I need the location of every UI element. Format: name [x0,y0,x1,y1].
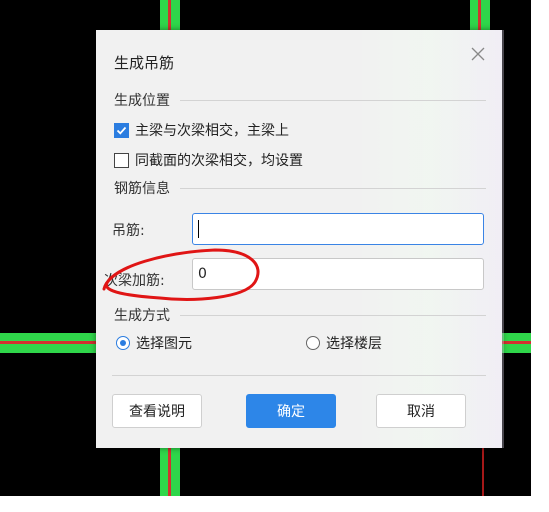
generate-hanger-dialog: 生成吊筋 生成位置 主梁与次梁相交，主梁上 同截面的次梁相交，均设置 钢筋信息 … [96,30,504,448]
secondary-input[interactable]: 0 [192,258,484,290]
checkbox-unchecked-icon[interactable] [114,152,129,168]
radio-unchecked-icon[interactable] [306,336,320,350]
radio-select-floor[interactable]: 选择楼层 [306,333,382,353]
beam-horizontal-left [0,333,100,353]
hanger-input[interactable] [192,213,484,245]
section-rebar: 钢筋信息 [114,181,170,197]
section-method: 生成方式 [114,308,170,324]
close-icon[interactable] [468,46,488,66]
radio-select-element[interactable]: 选择图元 [116,333,192,353]
option-same-section[interactable]: 同截面的次梁相交，均设置 [114,150,303,170]
checkbox-checked-icon[interactable] [114,122,129,138]
hanger-label: 吊筋: [112,223,145,239]
beam-horizontal-right [500,333,531,353]
option-same-section-label: 同截面的次梁相交，均设置 [135,153,303,169]
secondary-label: 次梁加筋: [104,273,165,289]
cancel-button[interactable]: 取消 [376,394,466,428]
help-button[interactable]: 查看说明 [112,394,202,428]
ok-button[interactable]: 确定 [246,394,336,428]
option-main-secondary[interactable]: 主梁与次梁相交，主梁上 [114,120,289,140]
radio-checked-icon[interactable] [116,336,130,350]
section-position: 生成位置 [114,93,170,109]
red-line [482,448,484,496]
dialog-title: 生成吊筋 [114,54,175,72]
option-main-secondary-label: 主梁与次梁相交，主梁上 [135,123,289,139]
